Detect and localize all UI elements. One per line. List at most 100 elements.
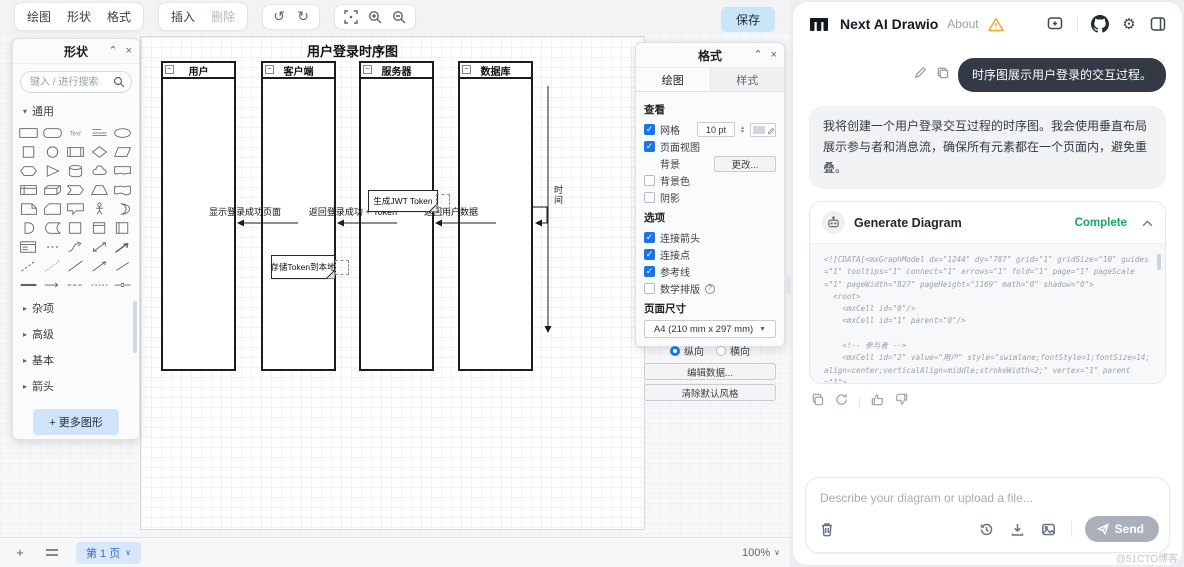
edit-message-icon[interactable]	[914, 66, 927, 84]
landscape-radio[interactable]	[716, 345, 726, 356]
shape-square[interactable]	[17, 144, 40, 160]
shape-diagonal-line[interactable]	[64, 258, 87, 274]
copy-response-icon[interactable]	[811, 393, 824, 411]
shape-trapezoid[interactable]	[88, 182, 111, 198]
shape-bold-line[interactable]	[17, 277, 40, 293]
tool-card-header[interactable]: Generate Diagram Complete	[810, 202, 1165, 243]
clear-chat-trash-icon[interactable]	[818, 520, 836, 538]
tab-style[interactable]: 样式	[710, 68, 784, 91]
category-basic[interactable]: ▸ 基本	[13, 347, 139, 373]
thumbs-down-icon[interactable]	[895, 393, 908, 411]
shape-data-storage[interactable]	[41, 220, 64, 236]
add-page-icon[interactable]: +	[8, 543, 32, 563]
shape-line-arrow[interactable]	[41, 277, 64, 293]
copy-message-icon[interactable]	[936, 66, 949, 84]
category-misc[interactable]: ▸ 杂项	[13, 295, 139, 321]
shape-cube[interactable]	[41, 182, 64, 198]
guides-checkbox[interactable]: ✓	[644, 266, 655, 277]
category-general[interactable]: ▾ 通用	[13, 98, 139, 124]
feedback-icon[interactable]	[1045, 14, 1065, 34]
shape-dashed-hline[interactable]	[64, 277, 87, 293]
shadow-checkbox[interactable]	[644, 192, 655, 203]
page-view-checkbox[interactable]: ✓	[644, 141, 655, 152]
shape-card[interactable]	[41, 201, 64, 217]
shape-link[interactable]	[41, 239, 64, 255]
shape-step[interactable]	[64, 182, 87, 198]
help-icon[interactable]: ?	[705, 283, 715, 294]
redo-icon[interactable]: ↻	[292, 8, 314, 26]
shape-diamond[interactable]	[88, 144, 111, 160]
send-button[interactable]: Send	[1084, 516, 1159, 542]
tab-diagram[interactable]: 绘图	[636, 68, 711, 91]
shape-dash[interactable]	[88, 277, 111, 293]
shape-dotted-line[interactable]	[41, 258, 64, 274]
grid-color-button[interactable]	[750, 122, 776, 137]
zoom-out-icon[interactable]	[388, 8, 410, 26]
shape-list[interactable]	[17, 239, 40, 255]
shape-rounded-rectangle[interactable]	[41, 125, 64, 141]
dashed-placeholder[interactable]	[436, 194, 450, 209]
grid-size-input[interactable]: 10 pt	[697, 122, 736, 137]
background-color-checkbox[interactable]	[644, 175, 655, 186]
delete-button[interactable]: 删除	[204, 6, 242, 27]
shape-arrow[interactable]	[111, 239, 134, 255]
close-panel-icon[interactable]: ×	[771, 50, 777, 61]
shape-actor[interactable]	[88, 201, 111, 217]
shape-text[interactable]: Text	[64, 125, 87, 141]
regenerate-icon[interactable]	[835, 393, 848, 411]
code-scrollbar[interactable]	[1157, 254, 1161, 270]
fit-page-icon[interactable]	[340, 8, 362, 26]
collapse-panel-icon[interactable]: ⌃	[108, 46, 117, 57]
message-label[interactable]: 显示登录成功页面	[209, 205, 281, 218]
shape-rectangle[interactable]	[17, 125, 40, 141]
history-icon[interactable]	[978, 520, 996, 538]
shape-line[interactable]	[111, 258, 134, 274]
zoom-level-control[interactable]: 100% ∨	[742, 547, 780, 559]
shape-callout[interactable]	[64, 201, 87, 217]
shape-ellipse[interactable]	[111, 125, 134, 141]
image-upload-icon[interactable]	[1040, 520, 1058, 538]
insert-button[interactable]: 插入	[164, 6, 202, 27]
shape-connector[interactable]	[111, 277, 134, 293]
download-icon[interactable]	[1009, 520, 1027, 538]
zoom-in-icon[interactable]	[364, 8, 386, 26]
clear-default-style-button[interactable]: 清除默认风格	[644, 384, 776, 401]
menu-shapes[interactable]: 形状	[60, 6, 98, 27]
grid-checkbox[interactable]: ✓	[644, 124, 655, 135]
collapse-panel-icon[interactable]: ⌃	[753, 50, 762, 61]
tool-code-block[interactable]: <![CDATA[<mxGraphModel dx="1244" dy="787…	[810, 243, 1165, 383]
github-icon[interactable]	[1090, 14, 1110, 34]
shape-document[interactable]	[111, 163, 134, 179]
shape-circle[interactable]	[41, 144, 64, 160]
category-advanced[interactable]: ▸ 高级	[13, 321, 139, 347]
more-shapes-button[interactable]: + 更多图形	[33, 409, 119, 435]
pages-list-icon[interactable]	[40, 543, 64, 563]
shape-internal-storage[interactable]	[17, 182, 40, 198]
undo-icon[interactable]: ↺	[268, 8, 290, 26]
shape-cloud[interactable]	[88, 163, 111, 179]
shape-dashed-line[interactable]	[17, 258, 40, 274]
save-button[interactable]: 保存	[720, 7, 775, 32]
change-background-button[interactable]: 更改...	[714, 155, 776, 172]
shape-container[interactable]	[64, 220, 87, 236]
settings-gear-icon[interactable]: ⚙	[1119, 14, 1139, 34]
panel-resize-handle[interactable]	[786, 276, 791, 294]
menu-diagram[interactable]: 绘图	[20, 6, 58, 27]
shape-diagonal-arrow[interactable]	[88, 258, 111, 274]
shape-curve[interactable]	[64, 239, 87, 255]
about-link[interactable]: About	[947, 17, 978, 31]
chat-input[interactable]	[806, 478, 1169, 509]
note-generate-jwt[interactable]: 生成JWT Token	[368, 190, 438, 212]
edit-data-button[interactable]: 编辑数据...	[644, 363, 776, 380]
shape-cylinder[interactable]	[64, 163, 87, 179]
portrait-radio[interactable]	[670, 345, 680, 356]
shape-parallelogram[interactable]	[111, 144, 134, 160]
shapes-scrollbar[interactable]	[133, 301, 137, 353]
thumbs-up-icon[interactable]	[871, 393, 884, 411]
menu-format[interactable]: 格式	[100, 6, 138, 27]
close-panel-icon[interactable]: ×	[126, 46, 132, 57]
drawing-page[interactable]: 用户登录时序图 − 用户 − 客户端 − 服务器 − 数据库 显示登录成功页面 …	[140, 36, 645, 530]
shape-hexagon[interactable]	[17, 163, 40, 179]
connection-points-checkbox[interactable]: ✓	[644, 249, 655, 260]
grid-size-stepper[interactable]: ▲ ▼	[740, 125, 745, 134]
